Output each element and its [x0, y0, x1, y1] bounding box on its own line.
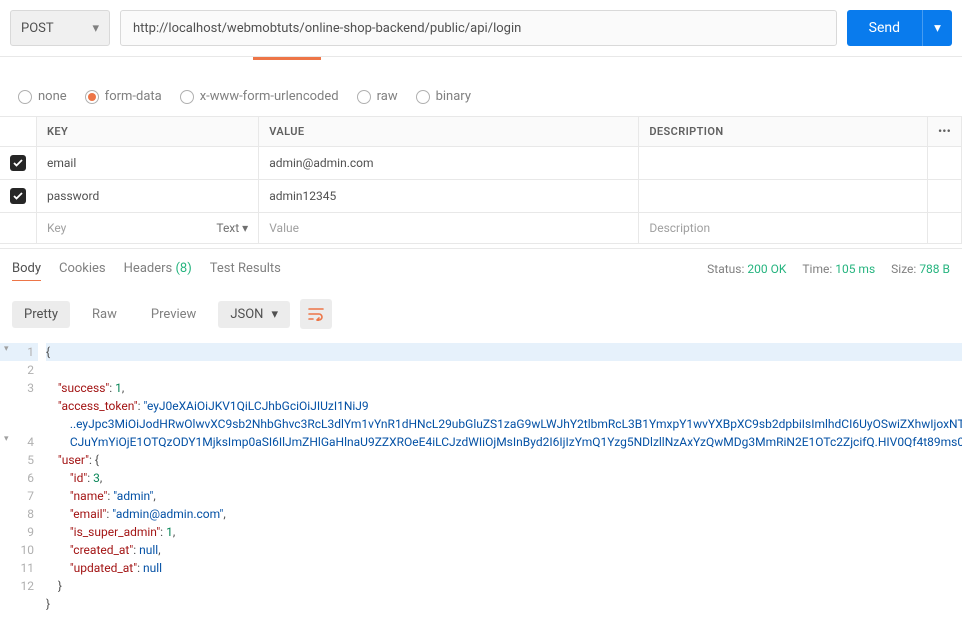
new-key-input[interactable]: Key Text ▾ [37, 213, 259, 244]
table-row: password admin12345 [0, 180, 962, 213]
radio-raw-label: raw [377, 89, 398, 104]
method-select[interactable]: POST ▾ [10, 10, 110, 46]
radio-form-data[interactable]: form-data [85, 89, 162, 104]
size-block: Size: 788 B [891, 262, 950, 276]
radio-binary[interactable]: binary [416, 89, 471, 104]
view-pretty[interactable]: Pretty [12, 301, 70, 328]
radio-binary-label: binary [436, 89, 471, 104]
cell-pad [928, 147, 962, 180]
checkbox-header [0, 117, 37, 147]
radio-none[interactable]: none [18, 89, 67, 104]
tab-body[interactable]: Body [12, 257, 41, 281]
new-description-input[interactable]: Description [639, 213, 928, 244]
tab-cookies[interactable]: Cookies [59, 257, 106, 281]
url-input[interactable] [120, 10, 837, 46]
chevron-down-icon: ▾ [271, 307, 278, 322]
form-data-table: KEY VALUE DESCRIPTION ••• email admin@ad… [0, 116, 962, 244]
cell-description[interactable] [639, 147, 928, 180]
cell-key[interactable]: password [37, 180, 259, 213]
line-gutter: 1 2 3 4 5 6 7 8 9 10 11 12 [0, 343, 46, 613]
status-block: Status: 200 OK [707, 262, 786, 276]
headers-count: (8) [175, 261, 191, 276]
new-value-input[interactable]: Value [259, 213, 639, 244]
tab-test-results[interactable]: Test Results [210, 257, 281, 281]
method-label: POST [21, 21, 54, 36]
send-button[interactable]: Send [847, 10, 922, 46]
request-tab-strip [0, 57, 962, 77]
radio-urlencoded-label: x-www-form-urlencoded [200, 89, 339, 104]
view-preview[interactable]: Preview [139, 301, 208, 328]
radio-none-label: none [38, 89, 67, 104]
time-block: Time: 105 ms [802, 262, 875, 276]
chevron-down-icon: ▾ [92, 21, 99, 36]
cell-empty [0, 213, 37, 244]
lang-select[interactable]: JSON ▾ [218, 301, 290, 328]
table-row: email admin@admin.com [0, 147, 962, 180]
radio-urlencoded[interactable]: x-www-form-urlencoded [180, 89, 339, 104]
status-value: 200 OK [747, 262, 786, 276]
col-description: DESCRIPTION [639, 117, 928, 147]
new-key-placeholder: Key [47, 221, 66, 235]
wrap-lines-button[interactable] [300, 299, 332, 329]
view-raw[interactable]: Raw [80, 301, 129, 328]
caret-down-icon: ▾ [934, 21, 941, 36]
time-value: 105 ms [835, 262, 875, 276]
row-checkbox[interactable] [10, 155, 26, 171]
radio-form-data-label: form-data [105, 89, 162, 104]
tab-headers[interactable]: Headers (8) [124, 257, 192, 281]
cell-value[interactable]: admin@admin.com [259, 147, 639, 180]
bulk-edit-button[interactable]: ••• [928, 117, 962, 147]
radio-icon [180, 90, 194, 104]
radio-icon [18, 90, 32, 104]
col-key: KEY [37, 117, 259, 147]
response-body: 1 2 3 4 5 6 7 8 9 10 11 12 { "success": … [0, 339, 962, 629]
key-type-select[interactable]: Text ▾ [216, 221, 248, 235]
cell-pad [928, 180, 962, 213]
cell-description[interactable] [639, 180, 928, 213]
cell-key[interactable]: email [37, 147, 259, 180]
radio-raw[interactable]: raw [357, 89, 398, 104]
radio-icon [416, 90, 430, 104]
radio-icon [357, 90, 371, 104]
cell-pad [928, 213, 962, 244]
wrap-icon [308, 307, 324, 321]
code-content[interactable]: { "success": 1, "access_token": "eyJ0eXA… [46, 343, 962, 613]
tab-headers-label: Headers [124, 261, 173, 276]
size-value: 788 B [919, 262, 950, 276]
radio-icon [85, 90, 99, 104]
lang-label: JSON [230, 307, 263, 322]
cell-value[interactable]: admin12345 [259, 180, 639, 213]
col-value: VALUE [259, 117, 639, 147]
active-tab-underline [253, 57, 321, 60]
row-checkbox[interactable] [10, 188, 26, 204]
send-button-dropdown[interactable]: ▾ [922, 10, 952, 46]
table-row-new: Key Text ▾ Value Description [0, 213, 962, 244]
